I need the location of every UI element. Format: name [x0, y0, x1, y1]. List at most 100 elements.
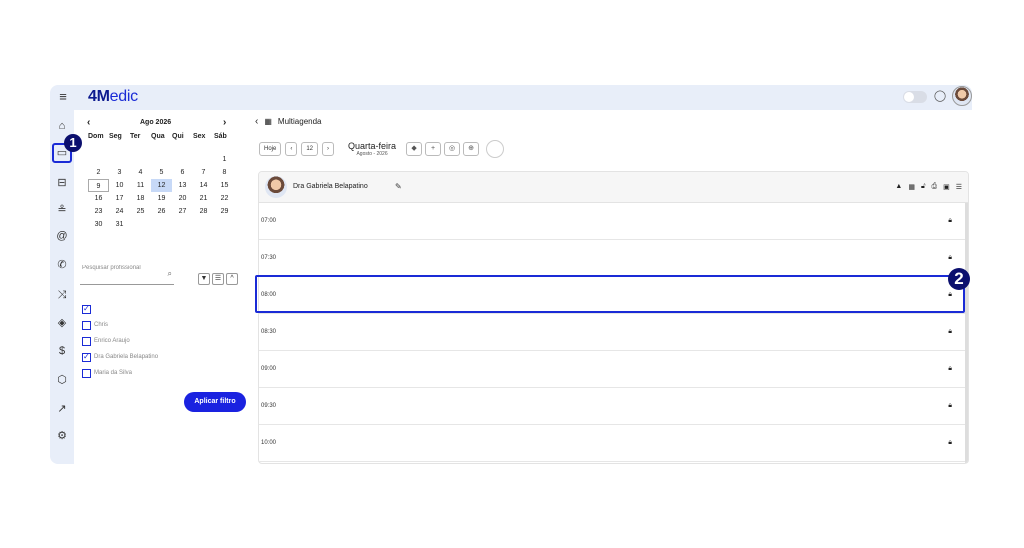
user-icon[interactable]: ≗ [54, 202, 70, 218]
calendar-day[interactable]: 2 [88, 166, 109, 179]
home-icon[interactable]: ⌂ [54, 118, 70, 134]
chevron-up-icon[interactable]: ^ [226, 273, 238, 285]
dollar-icon[interactable]: $ [54, 343, 70, 359]
day-number[interactable]: 12 [301, 142, 319, 156]
sofa-icon[interactable]: ⊟ [54, 175, 70, 191]
chevron-right-icon[interactable]: › [223, 117, 226, 128]
chevron-left-icon[interactable]: ‹ [87, 117, 90, 128]
menu-icon[interactable]: ≡ [56, 89, 70, 105]
calendar-day[interactable]: 31 [109, 218, 130, 231]
calendar-day[interactable]: 29 [214, 205, 235, 218]
calendar-day[interactable]: 26 [151, 205, 172, 218]
calendar-day [193, 153, 214, 166]
scrollbar[interactable] [965, 203, 968, 463]
main-content: ‹ ▦ Multiagenda Hoje ‹ 12 › Quarta-feira… [255, 110, 972, 464]
calendar-day[interactable]: 5 [151, 166, 172, 179]
calendar-day[interactable]: 13 [172, 179, 193, 192]
professional-item[interactable]: Enrico Araujo [82, 333, 158, 349]
checkbox[interactable] [82, 336, 91, 346]
time-slot[interactable]: 07:00 🔒︎ [259, 203, 968, 240]
time-slot[interactable]: 08:30 🔒︎ [259, 314, 968, 351]
calendar-day[interactable]: 22 [214, 192, 235, 205]
calendar-day[interactable]: 18 [130, 192, 151, 205]
calendar-day[interactable]: 4 [130, 166, 151, 179]
app-logo[interactable]: 4Medic [88, 88, 138, 106]
filter-icon[interactable]: ▼ [198, 273, 210, 285]
tag-icon[interactable]: ◆ [406, 142, 423, 156]
checkbox[interactable] [82, 320, 91, 330]
lock-icon[interactable]: 🔒︎ [948, 328, 952, 336]
time-slot[interactable]: 08:00 🔒︎ [259, 277, 968, 314]
calendar-day[interactable]: 3 [109, 166, 130, 179]
chart-icon[interactable]: ↗ [54, 401, 70, 417]
calendar-day[interactable]: 1 [214, 153, 235, 166]
lock-icon[interactable]: 🔒︎ [948, 254, 952, 262]
time-slot[interactable]: 09:30 🔒︎ [259, 388, 968, 425]
lock-icon[interactable]: 🔒︎ [948, 439, 952, 447]
user-avatar[interactable] [952, 86, 972, 106]
search-icon[interactable]: ⌕ [168, 269, 172, 279]
checkbox[interactable] [82, 304, 91, 314]
calendar-day[interactable]: 20 [172, 192, 193, 205]
list-icon[interactable]: ☰ [212, 273, 224, 285]
chevron-left-icon[interactable]: ‹ [255, 116, 258, 127]
professional-item[interactable]: Maria da Silva [82, 365, 158, 381]
calendar-day[interactable]: 25 [130, 205, 151, 218]
calendar-day[interactable]: 8 [214, 166, 235, 179]
professional-item[interactable]: Dra Gabriela Belapatino [82, 349, 158, 365]
plus-icon[interactable]: + [425, 142, 442, 156]
checkbox[interactable] [82, 352, 91, 362]
calendar-day[interactable]: 16 [88, 192, 109, 205]
time-slot[interactable]: 07:30 🔒︎ [259, 240, 968, 277]
list-icon[interactable]: ☰ [956, 183, 962, 191]
calendar-day[interactable]: 15 [214, 179, 235, 192]
warning-icon[interactable]: ▲ [895, 183, 902, 191]
lock-icon[interactable]: 🔒︎ [948, 365, 952, 373]
calendar-day[interactable]: 21 [193, 192, 214, 205]
prev-day-button[interactable]: ‹ [285, 142, 298, 156]
calendar-day[interactable]: 23 [88, 205, 109, 218]
today-button[interactable]: Hoje [259, 142, 282, 156]
calendar-day[interactable]: 11 [130, 179, 151, 192]
next-day-button[interactable]: › [322, 142, 335, 156]
theme-toggle[interactable] [903, 91, 927, 103]
checkbox[interactable] [82, 368, 91, 378]
slot-time: 08:00 [261, 292, 277, 298]
chat-icon[interactable]: ◯ [933, 89, 947, 103]
unlock-icon[interactable]: 🔓︎ [921, 183, 926, 191]
search-icon[interactable] [486, 140, 505, 158]
tag-icon[interactable]: ◈ [54, 315, 70, 331]
print-icon[interactable]: ⎙ [931, 183, 937, 191]
calendar-day[interactable]: 7 [193, 166, 214, 179]
calendar-day[interactable]: 27 [172, 205, 193, 218]
phone-icon[interactable]: ✆ [54, 257, 70, 273]
time-slot[interactable]: 09:00 🔒︎ [259, 351, 968, 388]
calendar-day[interactable]: 30 [88, 218, 109, 231]
professional-item[interactable]: Chris [82, 317, 158, 333]
edit-icon[interactable]: ✎ [395, 182, 402, 191]
globe-icon[interactable]: ⊕ [463, 142, 480, 156]
search-input[interactable] [82, 265, 162, 271]
box-icon[interactable]: ⬡ [54, 372, 70, 388]
time-slot[interactable]: 10:00 🔒︎ [259, 425, 968, 462]
calendar-day[interactable]: 6 [172, 166, 193, 179]
lock-icon[interactable]: 🔒︎ [948, 217, 952, 225]
lock-icon[interactable]: 🔒︎ [948, 291, 952, 299]
lock-icon[interactable]: 🔒︎ [948, 402, 952, 410]
calendar-day[interactable]: 12 [151, 179, 172, 192]
apply-filter-button[interactable]: Aplicar filtro [184, 392, 246, 412]
calendar-day[interactable]: 14 [193, 179, 214, 192]
at-icon[interactable]: @ [54, 228, 70, 244]
settings-icon[interactable]: ⚙ [54, 428, 70, 444]
calendar-day[interactable]: 19 [151, 192, 172, 205]
professional-item[interactable] [82, 301, 158, 317]
calendar-day[interactable]: 24 [109, 205, 130, 218]
calendar-day[interactable]: 9 [88, 179, 109, 192]
shuffle-icon[interactable]: ⤨ [54, 287, 70, 303]
calendar-icon[interactable]: ▦ [908, 183, 915, 191]
calendar-day[interactable]: 10 [109, 179, 130, 192]
grid-icon[interactable]: ▣ [943, 183, 950, 191]
calendar-day[interactable]: 17 [109, 192, 130, 205]
whatsapp-icon[interactable]: ◎ [444, 142, 461, 156]
calendar-day[interactable]: 28 [193, 205, 214, 218]
